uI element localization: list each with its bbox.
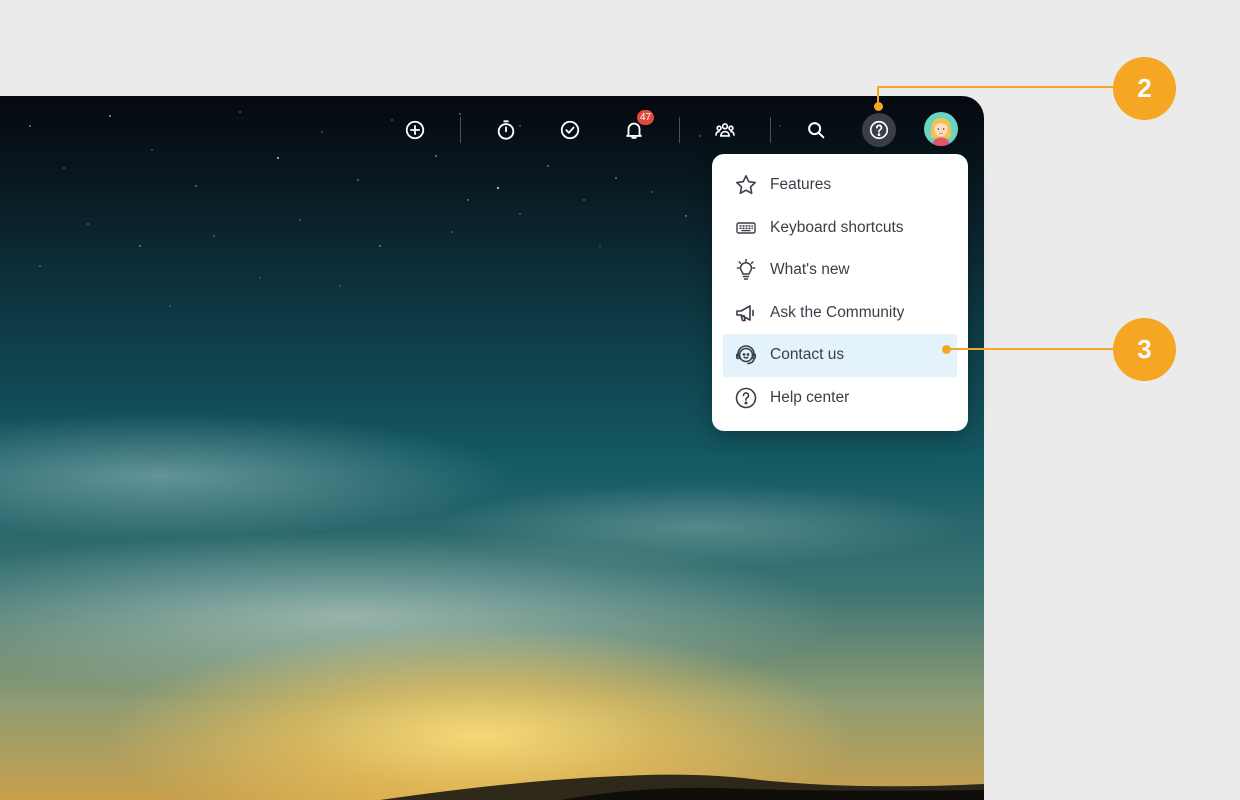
menu-item-contact-us[interactable]: Contact us <box>723 334 957 377</box>
megaphone-icon <box>734 301 758 325</box>
menu-item-keyboard-shortcuts[interactable]: Keyboard shortcuts <box>723 207 957 250</box>
callout-anchor-dot <box>874 102 883 111</box>
toolbar-divider <box>460 117 461 143</box>
menu-item-whats-new[interactable]: What's new <box>723 249 957 292</box>
toolbar-divider <box>770 117 771 143</box>
callout-badge-help: 2 <box>1113 57 1176 120</box>
menu-item-help-center[interactable]: Help center <box>723 377 957 420</box>
team-icon[interactable] <box>708 113 742 147</box>
search-icon[interactable] <box>799 113 833 147</box>
help-icon[interactable] <box>862 113 896 147</box>
check-circle-icon[interactable] <box>553 113 587 147</box>
menu-item-label: Features <box>770 176 832 194</box>
star-icon <box>734 173 758 197</box>
headset-icon <box>734 343 758 367</box>
desert-dunes <box>380 774 984 800</box>
callout-badge-contact: 3 <box>1113 318 1176 381</box>
keyboard-icon <box>734 216 758 240</box>
avatar[interactable] <box>924 112 958 146</box>
timer-icon[interactable] <box>489 113 523 147</box>
menu-item-label: Help center <box>770 388 850 406</box>
menu-item-label: Keyboard shortcuts <box>770 218 904 236</box>
callout-anchor-dot <box>942 345 951 354</box>
help-dropdown-menu: Features Keyboard shortcuts What's new A… <box>712 154 968 431</box>
menu-item-features[interactable]: Features <box>723 164 957 207</box>
toolbar-divider <box>679 117 680 143</box>
callout-leader-line <box>877 86 1113 88</box>
notification-count-badge: 47 <box>637 110 655 125</box>
question-circle-icon <box>734 386 758 410</box>
callout-leader-line <box>946 348 1113 350</box>
menu-item-label: Contact us <box>770 346 845 364</box>
add-icon[interactable] <box>398 113 432 147</box>
lightbulb-icon <box>734 258 758 282</box>
menu-item-label: Ask the Community <box>770 303 905 321</box>
menu-item-ask-community[interactable]: Ask the Community <box>723 292 957 335</box>
bell-icon[interactable]: 47 <box>617 110 655 147</box>
menu-item-label: What's new <box>770 261 850 279</box>
